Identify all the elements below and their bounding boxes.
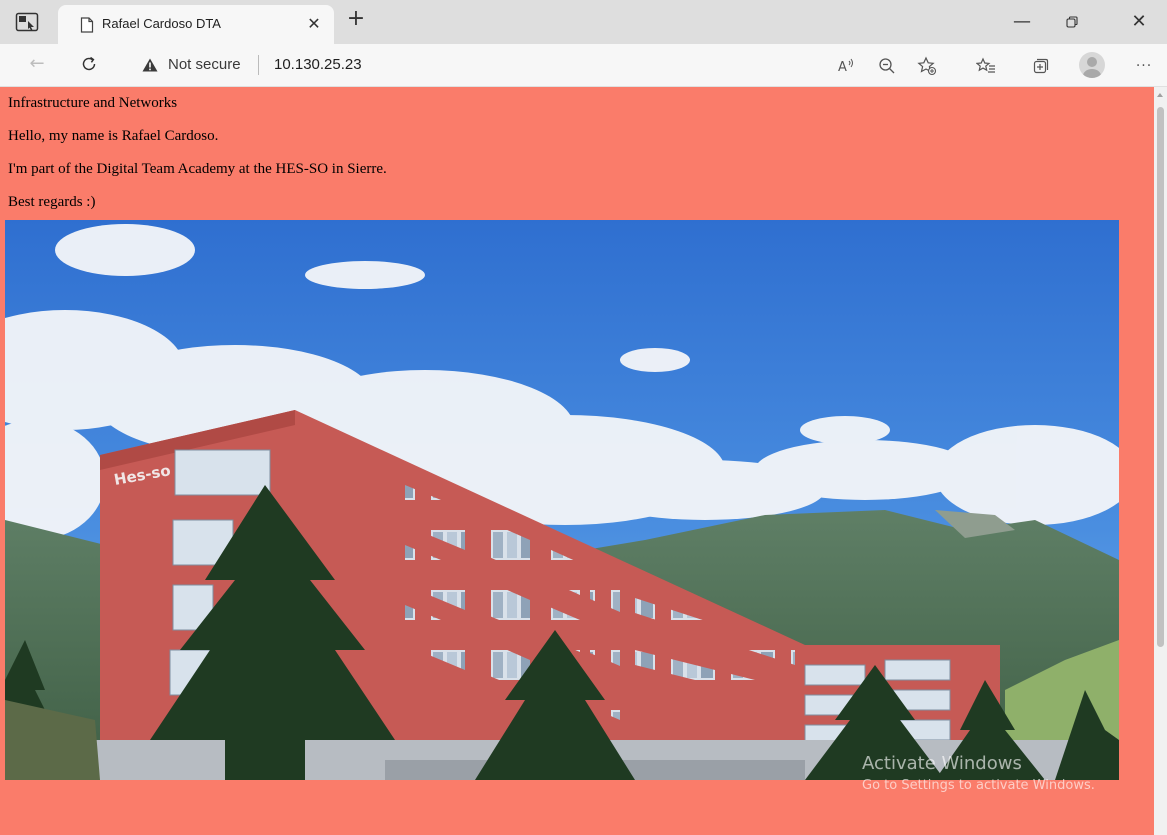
toolbar: ← Not secure 10.130.25.23 A ··· bbox=[0, 44, 1167, 87]
restore-icon bbox=[1066, 16, 1078, 28]
watermark-subtitle: Go to Settings to activate Windows. bbox=[862, 778, 1095, 793]
reload-icon bbox=[82, 56, 96, 71]
workspaces-button[interactable] bbox=[12, 9, 42, 35]
academy-line: I'm part of the Digital Team Academy at … bbox=[8, 161, 387, 177]
greeting-line: Hello, my name is Rafael Cardoso. bbox=[8, 128, 219, 144]
add-favorite-button[interactable] bbox=[916, 55, 938, 77]
reload-button[interactable] bbox=[78, 53, 100, 75]
zoom-button[interactable] bbox=[876, 55, 898, 77]
more-button[interactable]: ··· bbox=[1133, 55, 1155, 77]
scroll-thumb[interactable] bbox=[1157, 107, 1164, 647]
collections-button[interactable] bbox=[1030, 55, 1052, 77]
workspaces-icon bbox=[15, 12, 39, 32]
watermark-title: Activate Windows bbox=[862, 753, 1022, 774]
back-arrow-icon: ← bbox=[29, 53, 45, 74]
add-favorite-icon bbox=[917, 56, 937, 76]
page-icon bbox=[80, 17, 94, 33]
profile-avatar[interactable] bbox=[1079, 52, 1105, 78]
svg-text:A: A bbox=[838, 60, 847, 75]
page-heading-line: Infrastructure and Networks bbox=[8, 95, 178, 111]
favorites-button[interactable] bbox=[975, 55, 997, 77]
read-aloud-icon: A bbox=[838, 58, 853, 75]
active-tab[interactable]: Rafael Cardoso DTA ✕ bbox=[58, 5, 334, 44]
minimize-button[interactable]: — bbox=[1008, 8, 1036, 36]
security-label[interactable]: Not secure bbox=[168, 56, 241, 73]
restore-button[interactable] bbox=[1058, 8, 1086, 36]
window-close-button[interactable]: ✕ bbox=[1124, 8, 1154, 36]
page-scrollbar[interactable] bbox=[1154, 87, 1167, 835]
url-text[interactable]: 10.130.25.23 bbox=[274, 56, 362, 73]
read-aloud-button[interactable]: A bbox=[836, 55, 858, 77]
activate-windows-watermark: Activate Windows Go to Settings to activ… bbox=[862, 753, 1095, 795]
new-tab-button[interactable]: + bbox=[344, 8, 368, 32]
back-button[interactable]: ← bbox=[26, 53, 48, 75]
favorites-icon bbox=[976, 57, 995, 73]
more-icon: ··· bbox=[1135, 58, 1153, 74]
tab-strip: Rafael Cardoso DTA ✕ + — ✕ bbox=[0, 0, 1167, 44]
hes-so-building-photo: Hes-so bbox=[5, 220, 1119, 780]
warning-triangle-icon bbox=[142, 58, 158, 72]
plus-icon: + bbox=[346, 6, 366, 31]
collections-icon bbox=[1033, 58, 1049, 74]
page-viewport: Infrastructure and Networks Hello, my na… bbox=[0, 87, 1154, 835]
scroll-up-arrow-icon[interactable] bbox=[1157, 93, 1163, 97]
close-icon: ✕ bbox=[307, 14, 321, 33]
address-separator bbox=[258, 55, 259, 75]
tab-close-button[interactable]: ✕ bbox=[304, 14, 324, 34]
address-bar[interactable]: Not secure 10.130.25.23 bbox=[118, 48, 818, 82]
zoom-out-icon bbox=[879, 58, 895, 74]
tab-title: Rafael Cardoso DTA bbox=[102, 16, 221, 31]
page-content: Infrastructure and Networks Hello, my na… bbox=[0, 87, 1154, 212]
closing-line: Best regards :) bbox=[8, 194, 96, 210]
